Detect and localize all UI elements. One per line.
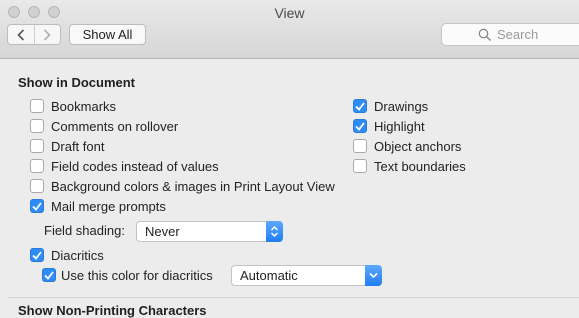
search-placeholder: Search — [497, 27, 539, 42]
checkbox[interactable] — [30, 139, 44, 153]
checkmark-icon — [32, 250, 42, 260]
option-label: Background colors & images in Print Layo… — [51, 178, 335, 194]
option-bookmarks[interactable]: Bookmarks — [30, 98, 116, 114]
diacritics-color-popup[interactable]: Automatic — [231, 265, 382, 286]
popup-arrows-icon — [266, 221, 283, 242]
checkbox[interactable] — [30, 248, 44, 262]
checkbox[interactable] — [30, 159, 44, 173]
section-title-show-in-document: Show in Document — [18, 75, 135, 90]
checkbox[interactable] — [30, 199, 44, 213]
chevron-left-icon — [17, 28, 24, 41]
window-toolbar: View Show All Search — [0, 0, 579, 59]
checkbox[interactable] — [353, 159, 367, 173]
option-label: Bookmarks — [51, 98, 117, 114]
search-field[interactable]: Search — [441, 23, 579, 46]
option-diacritics-color[interactable]: Use this color for diacritics — [42, 267, 213, 283]
option-label: Field codes instead of values — [51, 158, 219, 174]
option-object-anchors[interactable]: Object anchors — [353, 138, 461, 154]
option-label: Use this color for diacritics — [61, 267, 213, 283]
diacritics-color-value: Automatic — [240, 268, 298, 283]
chevron-down-icon — [365, 265, 382, 286]
search-icon — [478, 28, 492, 42]
checkbox[interactable] — [30, 119, 44, 133]
checkmark-icon — [355, 121, 365, 131]
show-all-button[interactable]: Show All — [69, 24, 146, 45]
option-label: Text boundaries — [374, 158, 466, 174]
field-shading-popup[interactable]: Never — [136, 221, 283, 242]
option-comments-on-rollover[interactable]: Comments on rollover — [30, 118, 178, 134]
option-label: Comments on rollover — [51, 118, 179, 134]
option-field-codes[interactable]: Field codes instead of values — [30, 158, 219, 174]
checkmark-icon — [44, 270, 54, 280]
option-label: Diacritics — [51, 247, 104, 263]
option-diacritics[interactable]: Diacritics — [30, 247, 104, 263]
checkmark-icon — [32, 201, 42, 211]
option-label: Highlight — [374, 118, 425, 134]
checkbox[interactable] — [30, 179, 44, 193]
option-label: Mail merge prompts — [51, 198, 166, 214]
chevron-right-icon — [44, 28, 51, 41]
option-drawings[interactable]: Drawings — [353, 98, 428, 114]
checkbox[interactable] — [353, 99, 367, 113]
option-draft-font[interactable]: Draft font — [30, 138, 104, 154]
checkmark-icon — [355, 101, 365, 111]
checkbox[interactable] — [353, 139, 367, 153]
checkbox[interactable] — [353, 119, 367, 133]
option-background-colors[interactable]: Background colors & images in Print Layo… — [30, 178, 335, 194]
back-forward-control — [7, 24, 61, 45]
option-mail-merge-prompts[interactable]: Mail merge prompts — [30, 198, 166, 214]
option-highlight[interactable]: Highlight — [353, 118, 425, 134]
window-title: View — [274, 5, 305, 21]
field-shading-value: Never — [145, 224, 180, 239]
option-label: Draft font — [51, 138, 105, 154]
checkbox[interactable] — [42, 268, 56, 282]
back-button[interactable] — [8, 25, 34, 44]
section-divider — [8, 297, 579, 298]
option-label: Drawings — [374, 98, 429, 114]
field-shading-label: Field shading: — [44, 223, 125, 238]
checkbox[interactable] — [30, 99, 44, 113]
section-title-non-printing: Show Non-Printing Characters — [18, 303, 207, 318]
forward-button[interactable] — [35, 25, 61, 44]
option-text-boundaries[interactable]: Text boundaries — [353, 158, 466, 174]
option-label: Object anchors — [374, 138, 462, 154]
